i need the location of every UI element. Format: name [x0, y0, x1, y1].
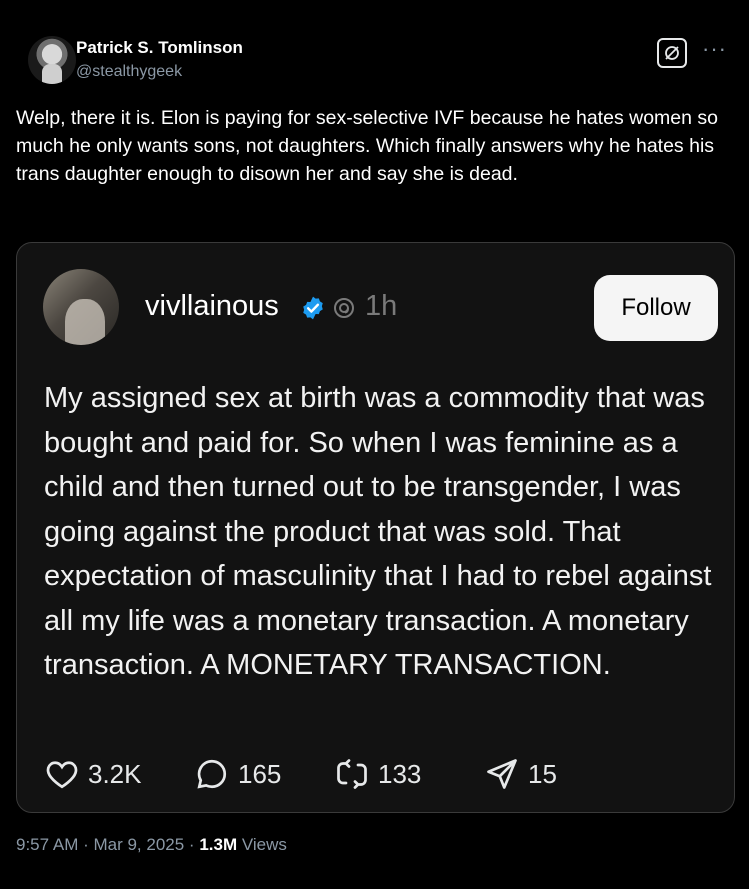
post-text: Welp, there it is. Elon is paying for se… [16, 107, 718, 185]
share-icon [487, 759, 517, 789]
views-label: Views [237, 835, 287, 854]
author-handle[interactable]: @stealthygeek [76, 63, 182, 81]
repost-icon [337, 759, 367, 789]
quoted-post-card[interactable]: vivllainous 1h Follow My assigned sex at… [16, 242, 735, 813]
author-name[interactable]: Patrick S. Tomlinson [76, 38, 243, 58]
quoted-author-username[interactable]: vivllainous [145, 290, 279, 323]
comment-icon [197, 759, 227, 789]
share-count: 15 [528, 758, 557, 789]
post-timestamp[interactable]: 9:57 AM · Mar 9, 2025 · [16, 835, 199, 854]
views-count: 1.3M [199, 835, 238, 854]
like-count: 3.2K [88, 758, 142, 789]
grok-icon[interactable] [657, 38, 687, 68]
like-action[interactable]: 3.2K [44, 756, 142, 792]
reply-action[interactable]: 165 [194, 756, 281, 792]
more-icon[interactable]: ··· [702, 36, 727, 62]
reply-count: 165 [238, 758, 282, 789]
verified-badge-icon [303, 296, 323, 320]
quoted-post-time: 1h [365, 290, 398, 322]
follow-button[interactable]: Follow [594, 275, 718, 341]
author-avatar[interactable] [28, 36, 76, 84]
repost-action[interactable]: 133 [334, 756, 421, 792]
threads-logo-icon [334, 298, 354, 318]
post-header: Patrick S. Tomlinson @stealthygeek ··· [16, 30, 733, 90]
quoted-author-avatar[interactable] [43, 269, 119, 345]
share-action[interactable]: 15 [484, 756, 557, 792]
quoted-post-text: My assigned sex at birth was a commodity… [44, 382, 712, 681]
quoted-post-actions: 3.2K 165 133 15 [44, 756, 714, 792]
post-meta: 9:57 AM · Mar 9, 2025 · 1.3M Views [16, 835, 287, 855]
repost-count: 133 [378, 758, 422, 789]
heart-icon [46, 761, 78, 789]
